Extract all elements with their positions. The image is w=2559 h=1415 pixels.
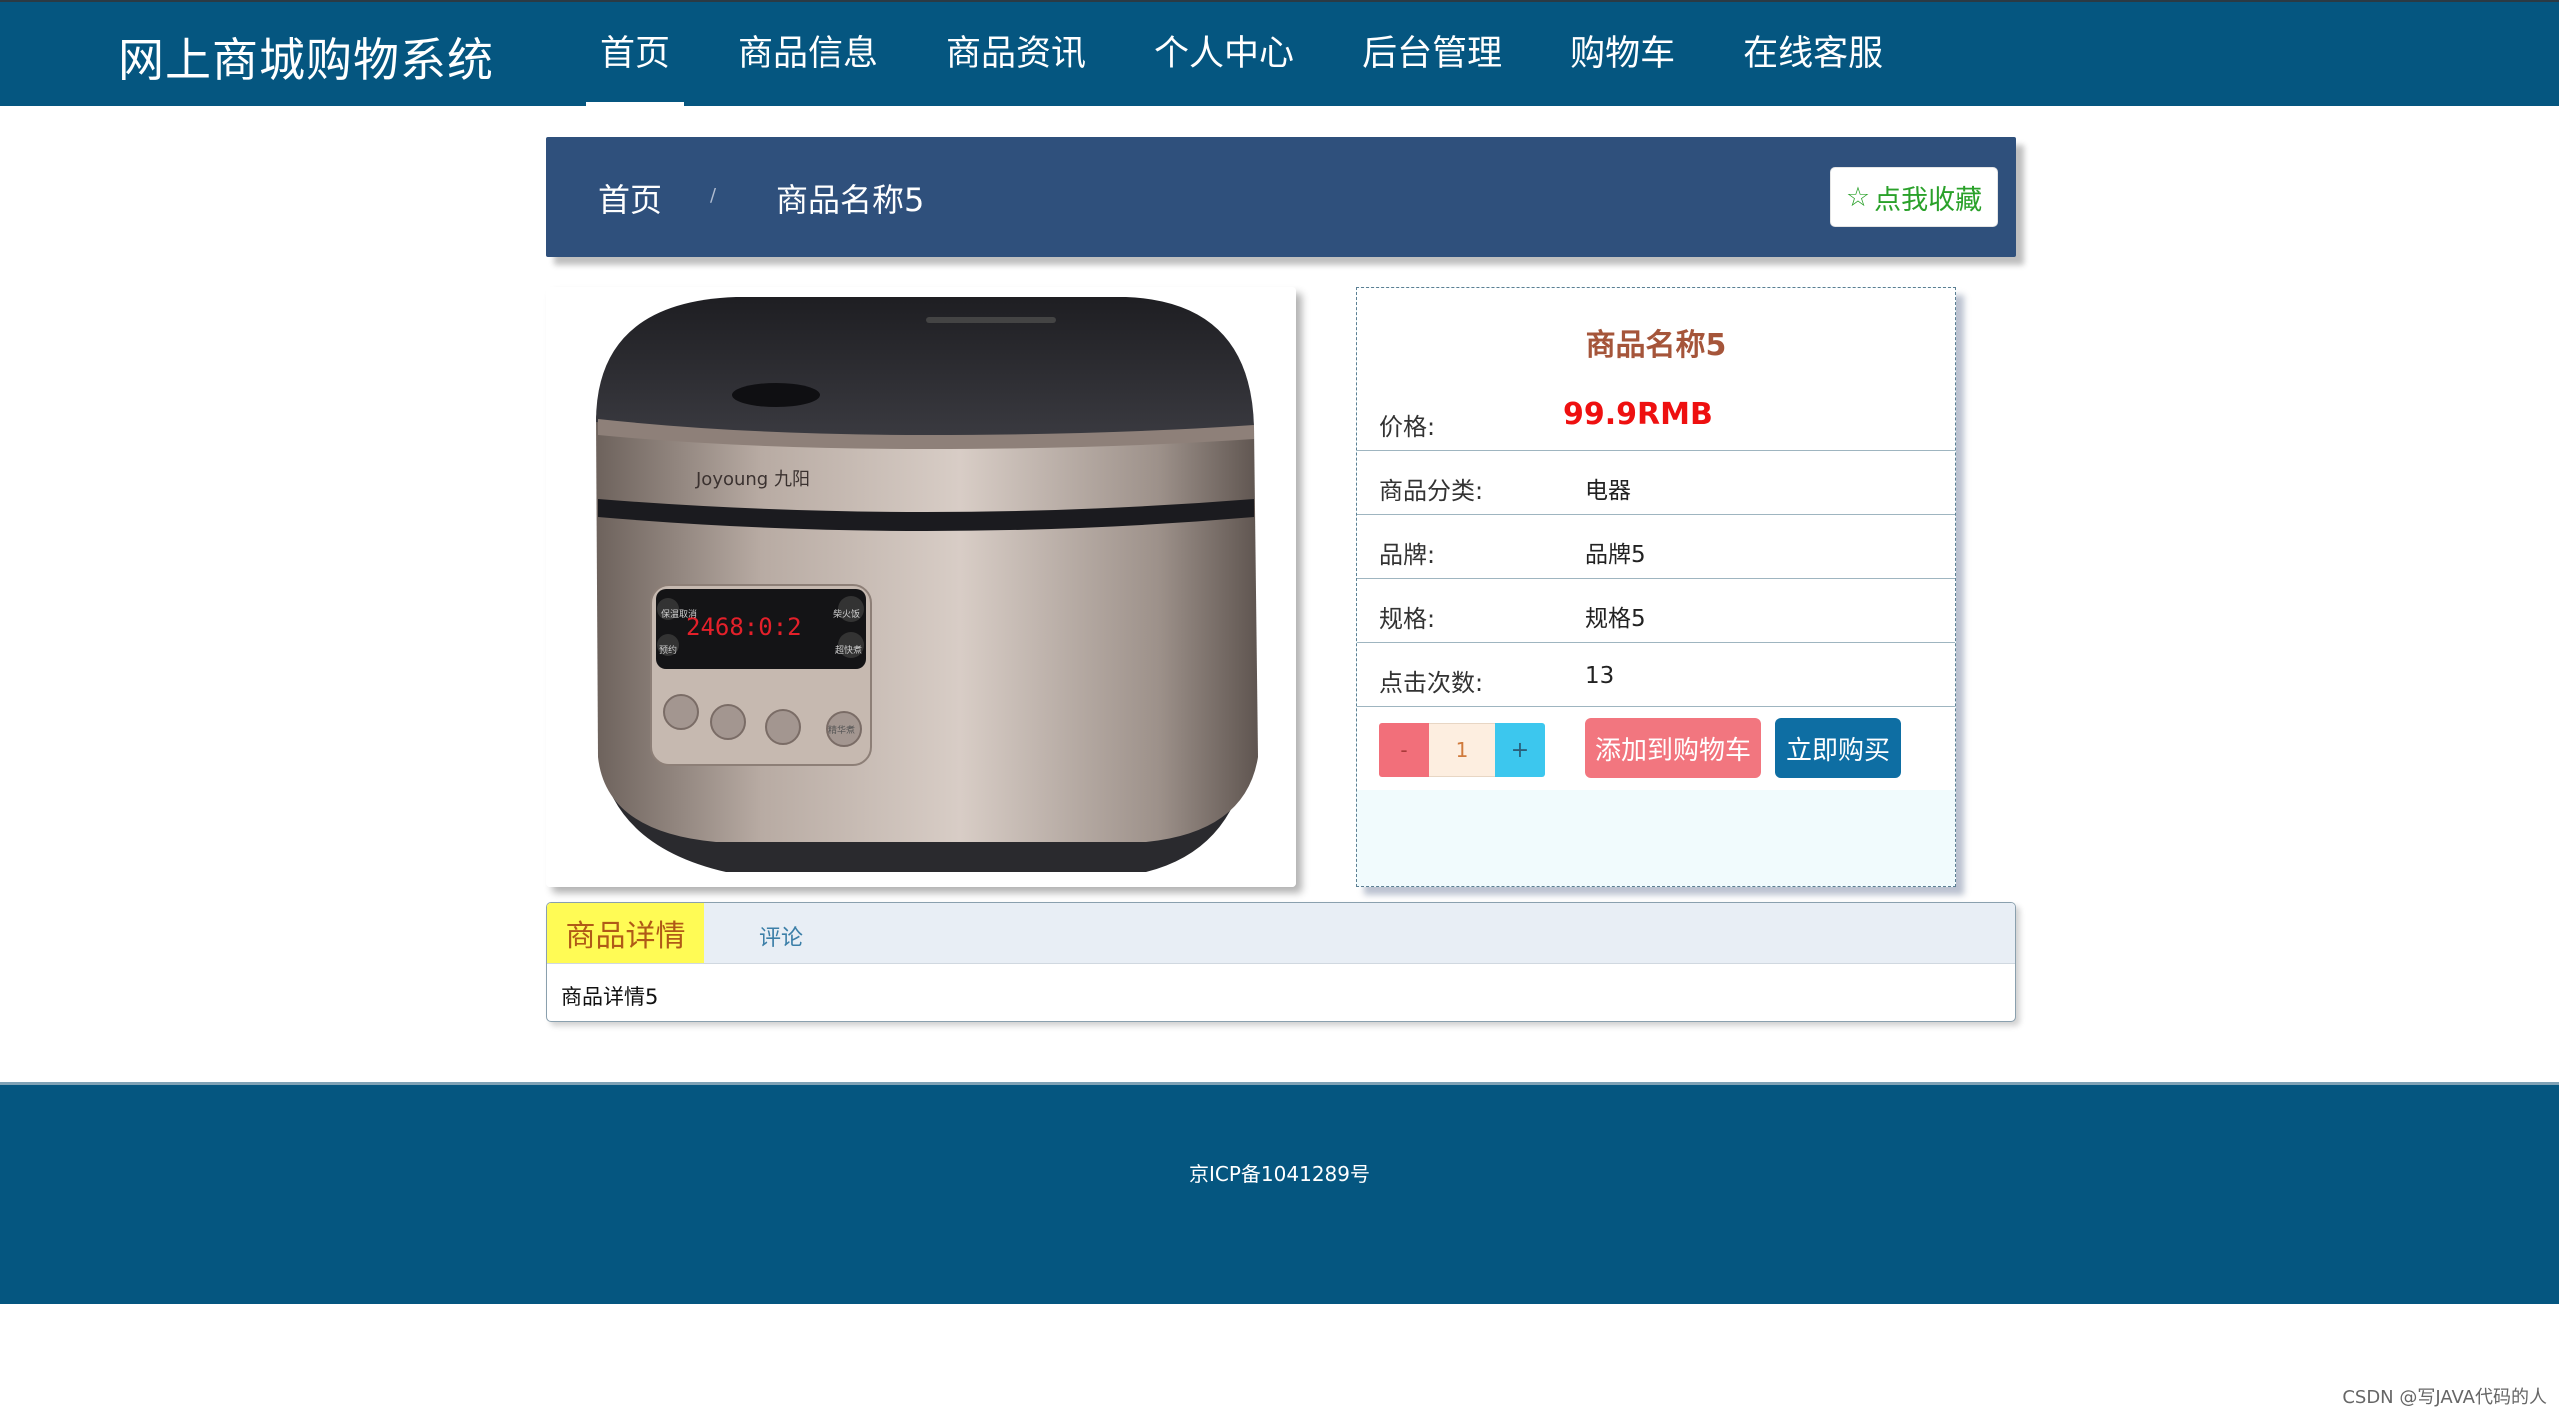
quantity-stepper: - 1 + [1379, 723, 1545, 777]
appliance-display-digits: 2468:0:2 [686, 613, 802, 641]
breadcrumb-separator: / [710, 185, 717, 206]
appliance-brand-text: Joyoung 九阳 [695, 469, 810, 490]
clicks-row: 点击次数: 13 [1357, 643, 1955, 707]
category-label: 商品分类: [1379, 477, 1484, 505]
site-brand[interactable]: 网上商城购物系统 [118, 24, 494, 90]
nav-item-support[interactable]: 在线客服 [1709, 2, 1917, 106]
product-detail-panel: 商品详情 评论 商品详情5 [546, 902, 2016, 1022]
category-value: 电器 [1585, 478, 1631, 504]
spec-label: 规格: [1379, 605, 1436, 633]
breadcrumb-home-link[interactable]: 首页 [598, 175, 662, 221]
favorite-button[interactable]: ☆ 点我收藏 [1830, 167, 1998, 227]
product-info-body: 商品名称5 价格: 99.9RMB 商品分类: 电器 品牌: 品牌5 规格: 规… [1357, 288, 1955, 790]
price-value: 99.9RMB [1563, 397, 1713, 432]
add-to-cart-button[interactable]: 添加到购物车 [1585, 718, 1761, 778]
tab-comments[interactable]: 评论 [759, 920, 803, 952]
favorite-button-label: 点我收藏 [1874, 184, 1983, 216]
nav-item-products[interactable]: 商品信息 [704, 2, 912, 106]
buy-now-button[interactable]: 立即购买 [1775, 718, 1901, 778]
quantity-increment-button[interactable]: + [1495, 723, 1545, 777]
watermark: CSDN @写JAVA代码的人 [2342, 1387, 2547, 1408]
rice-cooker-image: Joyoung 九阳 2468:0:2 保温取消 预约 柴火饭 超快煮 精华煮 [546, 287, 1296, 887]
brand-label: 品牌: [1379, 541, 1436, 569]
nav-item-admin[interactable]: 后台管理 [1328, 2, 1536, 106]
quantity-decrement-button[interactable]: - [1379, 723, 1429, 777]
appliance-label-keepwarm: 保温取消 [661, 608, 697, 620]
breadcrumb-current: 商品名称5 [776, 181, 925, 219]
product-name: 商品名称5 [1585, 328, 1727, 363]
detail-tabs: 商品详情 评论 [547, 903, 2015, 964]
spec-value: 规格5 [1585, 606, 1646, 632]
price-label: 价格: [1379, 413, 1436, 441]
product-image: Joyoung 九阳 2468:0:2 保温取消 预约 柴火饭 超快煮 精华煮 [546, 287, 1296, 887]
brand-value: 品牌5 [1585, 542, 1646, 568]
footer: 京ICP备1041289号 [0, 1082, 2559, 1304]
nav-item-news[interactable]: 商品资讯 [912, 2, 1120, 106]
price-row: 价格: 99.9RMB [1357, 387, 1955, 451]
appliance-label-essence: 精华煮 [828, 724, 855, 736]
main-nav: 首页 商品信息 商品资讯 个人中心 后台管理 购物车 在线客服 [566, 2, 1917, 106]
nav-item-home[interactable]: 首页 [566, 2, 704, 106]
brand-row: 品牌: 品牌5 [1357, 515, 1955, 579]
category-row: 商品分类: 电器 [1357, 451, 1955, 515]
spec-row: 规格: 规格5 [1357, 579, 1955, 643]
quantity-input[interactable]: 1 [1429, 723, 1495, 777]
nav-item-profile[interactable]: 个人中心 [1120, 2, 1328, 106]
breadcrumb: 首页 / 商品名称5 ☆ 点我收藏 [546, 137, 2016, 257]
appliance-label-quick: 超快煮 [835, 644, 862, 656]
footer-icp: 京ICP备1041289号 [1189, 1162, 1370, 1186]
appliance-label-firewood: 柴火饭 [833, 608, 860, 620]
appliance-label-schedule: 预约 [659, 644, 677, 656]
top-navbar: 网上商城购物系统 首页 商品信息 商品资讯 个人中心 后台管理 购物车 在线客服 [0, 0, 2559, 106]
product-detail-text: 商品详情5 [561, 985, 659, 1009]
clicks-value: 13 [1585, 663, 1615, 689]
nav-item-cart[interactable]: 购物车 [1536, 2, 1709, 106]
product-info-card: 商品名称5 价格: 99.9RMB 商品分类: 电器 品牌: 品牌5 规格: 规… [1356, 287, 1956, 887]
star-icon: ☆ [1845, 181, 1871, 213]
tab-product-detail[interactable]: 商品详情 [547, 903, 704, 963]
clicks-label: 点击次数: [1379, 669, 1484, 697]
